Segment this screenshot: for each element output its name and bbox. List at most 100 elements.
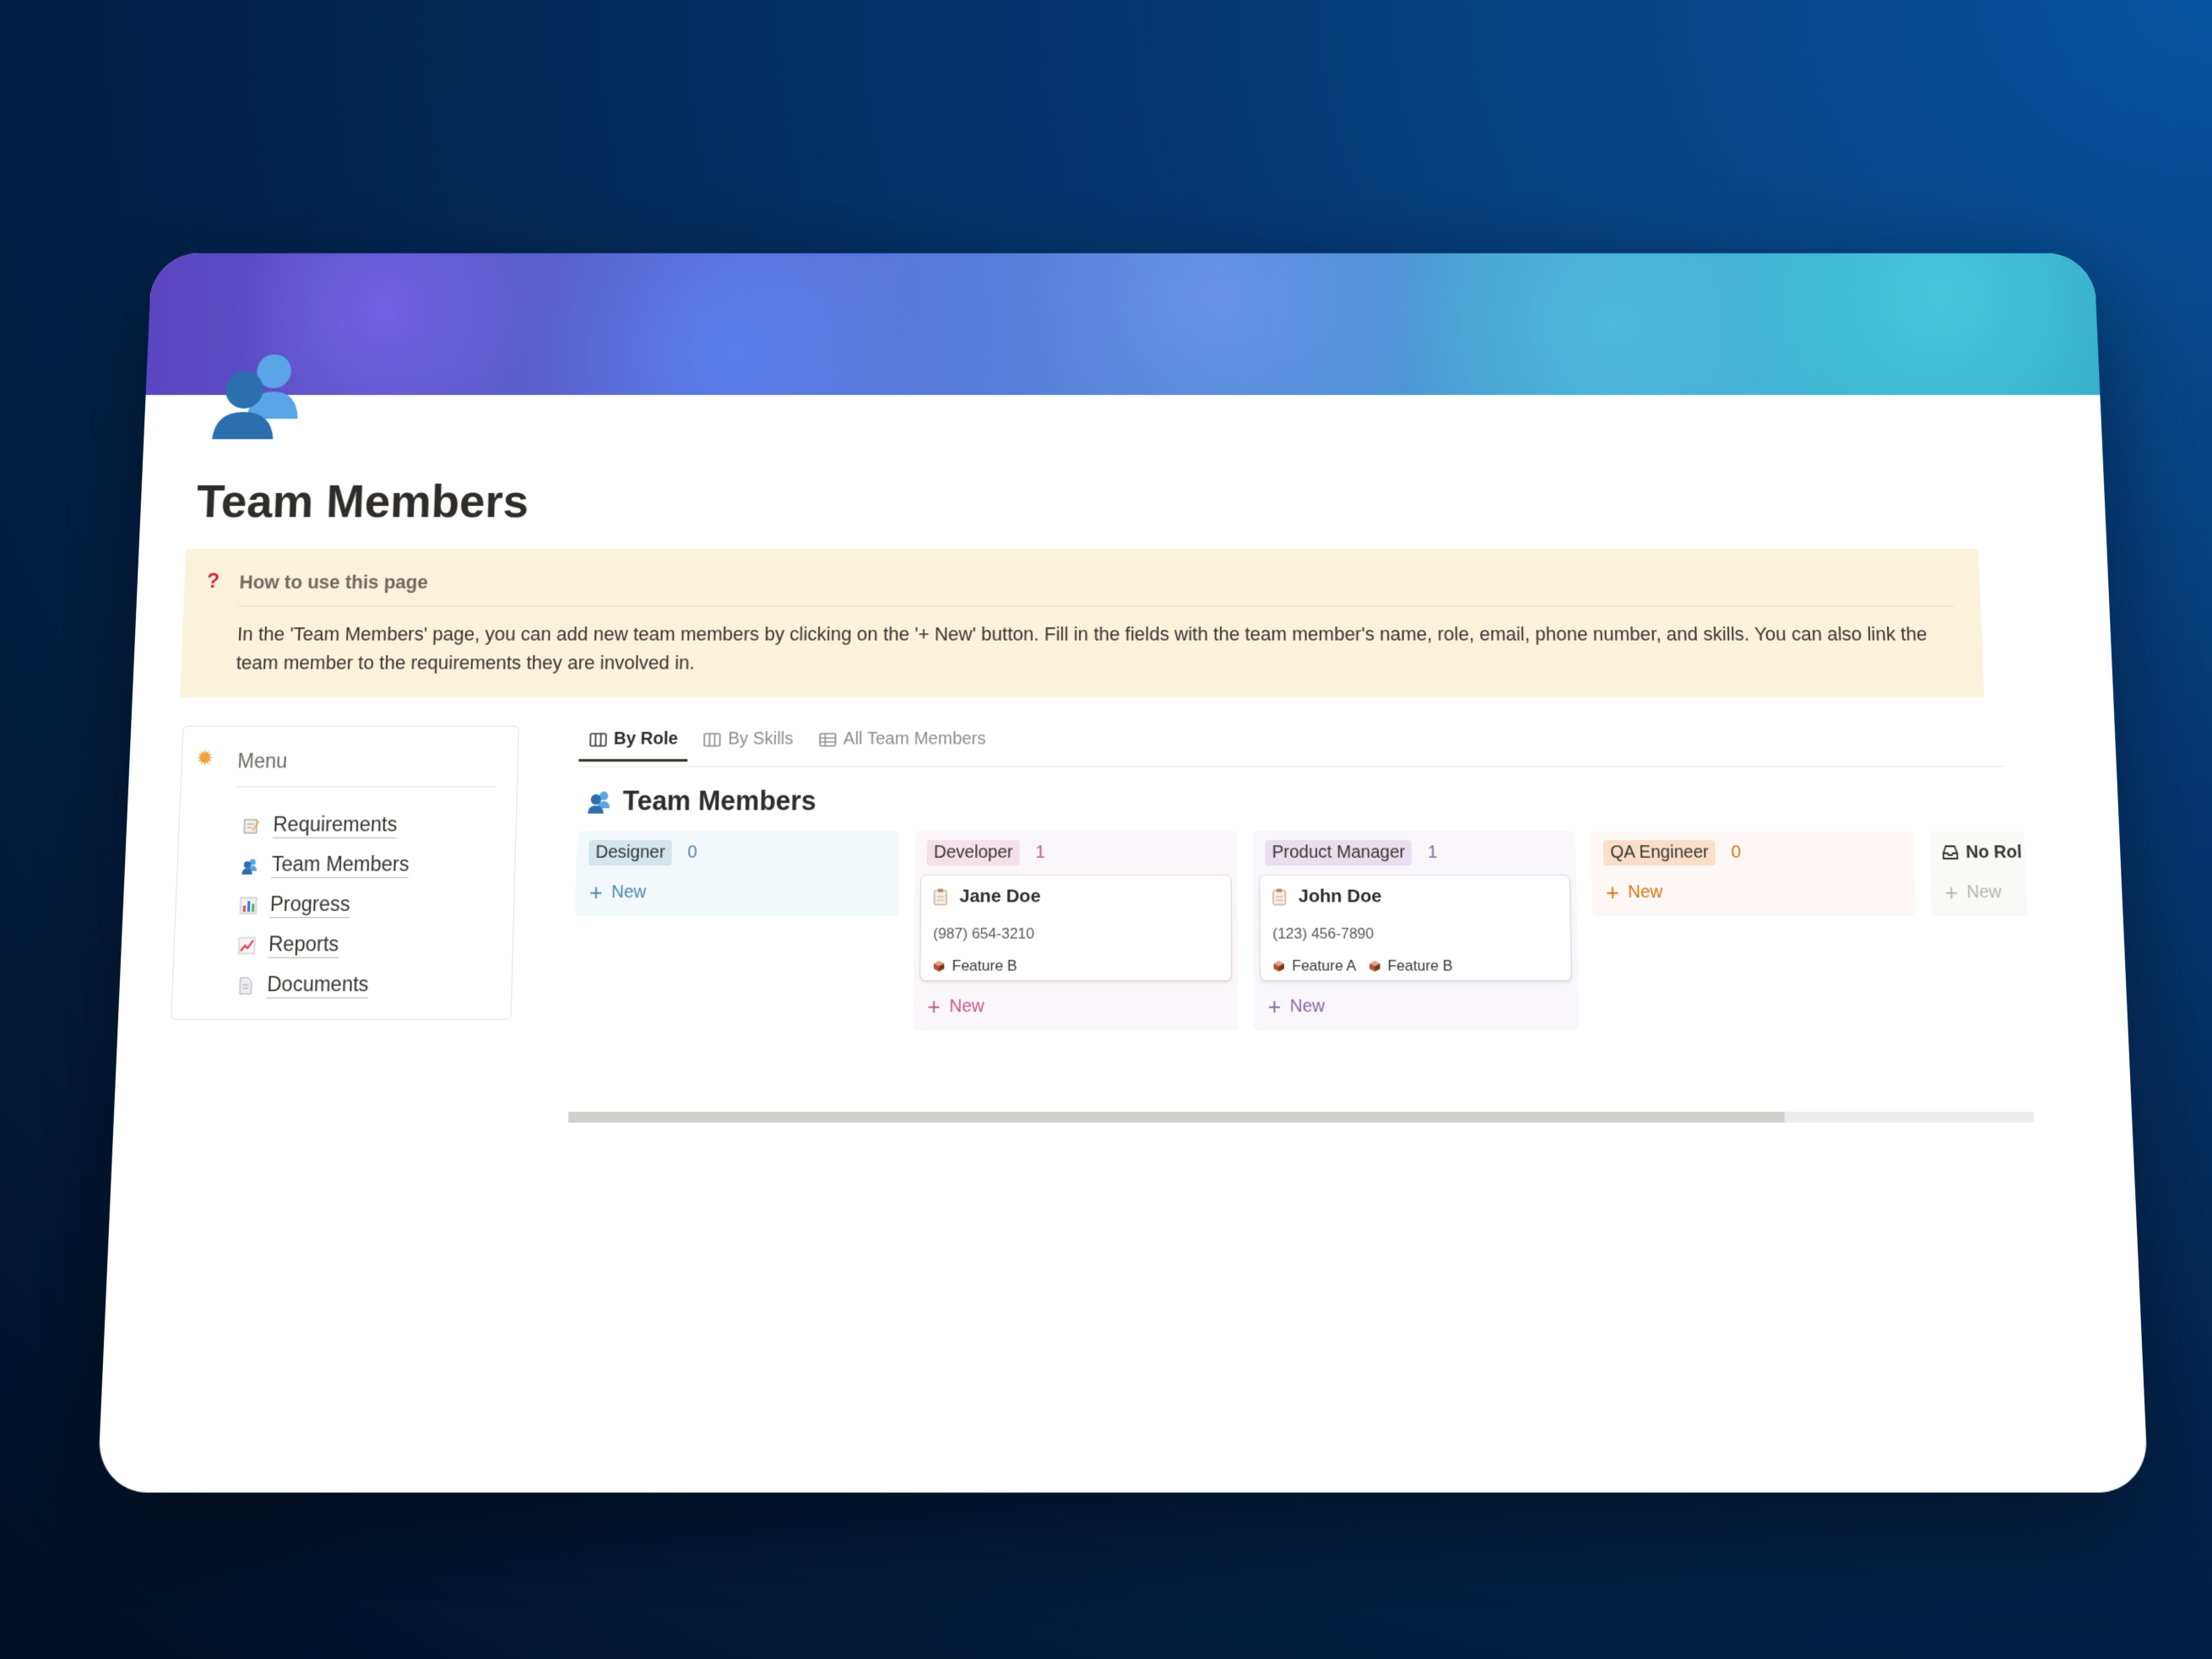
page-cover-image	[145, 253, 2101, 395]
card-features: Feature B	[933, 957, 1219, 975]
feature-label: Feature B	[951, 957, 1017, 974]
new-card-label: New	[1965, 881, 2002, 902]
database-title[interactable]: Team Members	[586, 785, 816, 817]
new-card-label: New	[610, 881, 647, 902]
team-member-card[interactable]: John Doe (123) 456-7890 Feature A Featur…	[1260, 875, 1571, 981]
database-title-text: Team Members	[622, 785, 816, 816]
card-phone: (987) 654-3210	[933, 924, 1035, 942]
column-tag: Developer	[926, 839, 1021, 865]
plus-icon: +	[588, 879, 604, 906]
how-to-callout: ? How to use this page In the 'Team Memb…	[179, 549, 1985, 698]
inbox-icon	[1941, 844, 1959, 860]
column-tag: Product Manager	[1265, 839, 1412, 865]
new-card-button[interactable]: + New	[1254, 988, 1579, 1026]
menu-item-label: Progress	[269, 892, 351, 919]
sun-icon: ✹	[195, 746, 214, 771]
card-phone: (123) 456-7890	[1272, 924, 1374, 942]
column-tag: No Rol	[1965, 842, 2023, 862]
plus-icon: +	[1267, 993, 1282, 1020]
board-icon	[704, 732, 722, 746]
team-members-icon	[588, 791, 610, 814]
column-count: 0	[687, 842, 698, 862]
menu-item-documents[interactable]: Documents	[235, 965, 406, 1006]
bar-chart-icon	[238, 896, 258, 915]
new-card-label: New	[1627, 881, 1663, 902]
column-count: 1	[1427, 842, 1438, 862]
board-column-designer: Designer 0 + New	[575, 831, 900, 917]
cube-icon	[933, 961, 945, 972]
tab-by-skills[interactable]: By Skills	[693, 729, 804, 762]
new-card-button[interactable]: + New	[914, 988, 1239, 1026]
board-column-no-role: No Rol + New	[1928, 831, 2035, 917]
page-window: Team Members ? How to use this page In t…	[97, 253, 2149, 1493]
new-card-label: New	[1289, 995, 1326, 1017]
column-header[interactable]: Product Manager 1	[1253, 832, 1576, 874]
card-title: John Doe	[1272, 886, 1558, 907]
plus-icon: +	[1605, 879, 1620, 906]
menu-item-requirements[interactable]: Requirements	[241, 805, 411, 845]
team-member-card[interactable]: Jane Doe (987) 654-3210 Feature B	[920, 875, 1232, 981]
feature-label: Feature A	[1292, 957, 1357, 974]
callout-body: In the 'Team Members' page, you can add …	[236, 623, 1927, 674]
feature-link[interactable]: Feature B	[933, 957, 1017, 975]
menu-divider	[236, 786, 496, 788]
cube-icon	[1273, 961, 1285, 972]
menu-title[interactable]: Menu	[237, 750, 288, 773]
menu-list: Requirements Team Members Progress Repor…	[235, 805, 411, 1006]
feature-link[interactable]: Feature A	[1273, 957, 1357, 975]
card-name: John Doe	[1298, 886, 1382, 907]
board-column-qa-engineer: QA Engineer 0 + New	[1591, 831, 1917, 917]
new-card-button[interactable]: + New	[1930, 874, 2035, 911]
menu-panel: ✹ Menu Requirements Team Members Progres	[171, 725, 519, 1020]
new-card-button[interactable]: + New	[1591, 874, 1916, 911]
team-members-icon	[240, 855, 260, 875]
board-column-developer: Developer 1 Jane Doe (987) 654-3210 Feat…	[913, 831, 1239, 1031]
tab-label: By Role	[613, 729, 679, 749]
view-tabs: By Role By Skills All Team Members	[578, 729, 1001, 762]
column-header[interactable]: QA Engineer 0	[1591, 832, 1915, 874]
card-features: Feature A Feature B	[1273, 957, 1559, 975]
column-count: 1	[1035, 842, 1045, 862]
column-tag: QA Engineer	[1602, 839, 1716, 865]
plus-icon: +	[1944, 879, 1959, 906]
new-card-label: New	[949, 995, 984, 1017]
feature-link[interactable]: Feature B	[1369, 957, 1453, 975]
clipboard-icon	[934, 888, 948, 906]
menu-item-label: Requirements	[272, 812, 398, 838]
tab-label: All Team Members	[843, 729, 986, 749]
column-header[interactable]: Designer 0	[576, 832, 899, 874]
horizontal-scrollbar[interactable]	[568, 1111, 2035, 1123]
trend-chart-icon	[237, 935, 258, 955]
team-members-icon	[211, 354, 299, 440]
memo-icon	[241, 816, 261, 835]
cube-icon	[1369, 961, 1380, 972]
menu-item-label: Team Members	[271, 852, 410, 879]
table-icon	[819, 732, 837, 746]
page-title: Team Members	[195, 475, 530, 528]
callout-divider	[238, 605, 1954, 607]
menu-item-label: Documents	[266, 972, 370, 999]
kanban-board: Designer 0 + New Developer 1 Jane Doe (9…	[571, 831, 2035, 1099]
card-name: Jane Doe	[959, 886, 1041, 907]
column-tag: Designer	[588, 839, 673, 865]
menu-item-team-members[interactable]: Team Members	[240, 845, 410, 885]
menu-item-reports[interactable]: Reports	[236, 925, 407, 966]
tab-all-team-members[interactable]: All Team Members	[809, 729, 996, 762]
column-header[interactable]: Developer 1	[914, 832, 1237, 874]
scrollbar-thumb[interactable]	[568, 1111, 1785, 1123]
page-icon	[236, 975, 256, 995]
card-title: Jane Doe	[934, 886, 1219, 907]
new-card-button[interactable]: + New	[575, 874, 899, 911]
tabs-divider	[578, 766, 2004, 767]
tab-by-role[interactable]: By Role	[578, 729, 689, 762]
board-icon	[589, 732, 607, 746]
desktop-background: { "page": { "title": "Team Members", "ic…	[0, 0, 2212, 1659]
board-column-product-manager: Product Manager 1 John Doe (123) 456-789…	[1252, 831, 1580, 1031]
column-header[interactable]: No Rol	[1928, 832, 2035, 874]
tab-label: By Skills	[728, 729, 794, 749]
column-count: 0	[1731, 842, 1742, 862]
clipboard-icon	[1272, 888, 1287, 906]
feature-label: Feature B	[1387, 957, 1453, 974]
menu-item-progress[interactable]: Progress	[238, 885, 409, 924]
callout-heading[interactable]: How to use this page	[239, 572, 428, 594]
